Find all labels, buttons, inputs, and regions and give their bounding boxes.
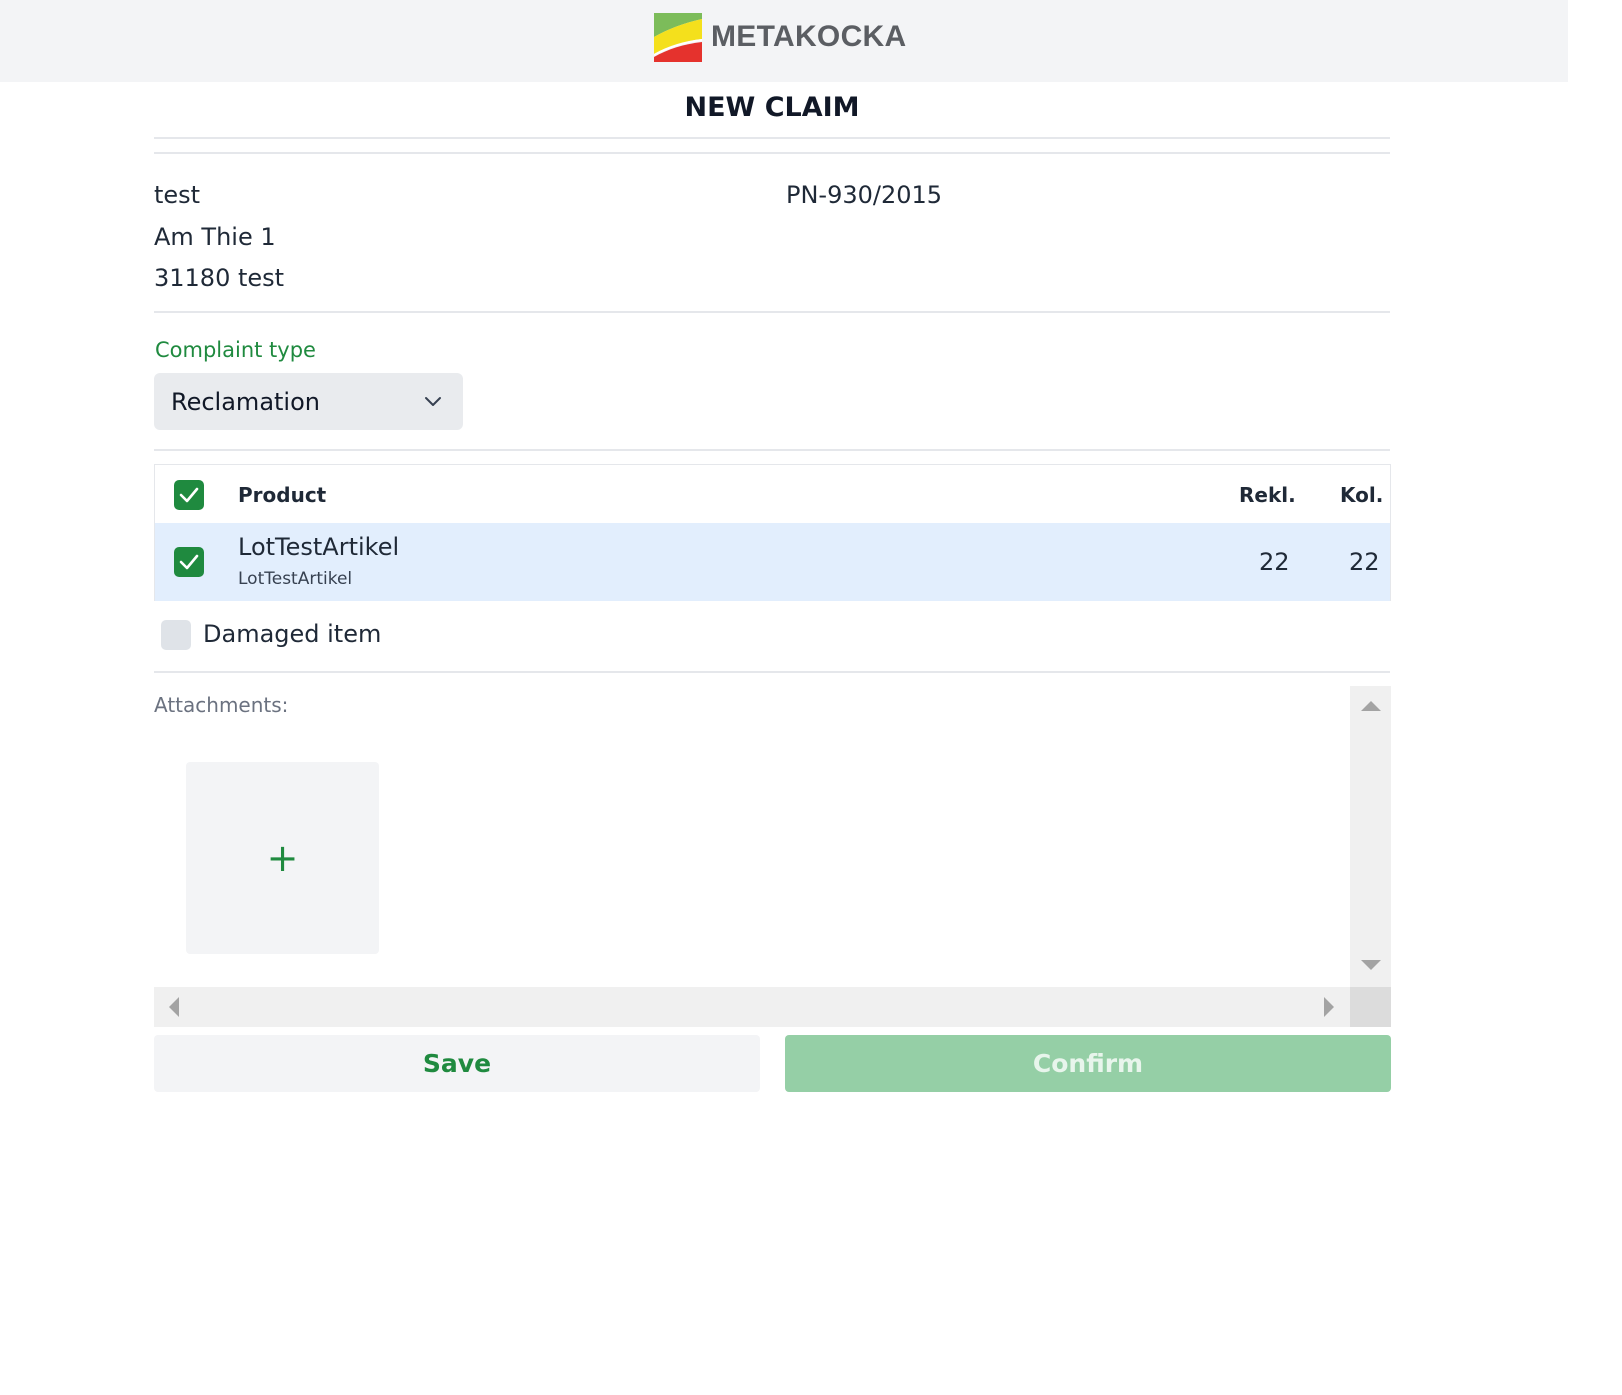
scroll-left-icon[interactable]: [169, 997, 179, 1017]
plus-icon: +: [266, 836, 299, 880]
document-number: PN-930/2015: [786, 181, 943, 209]
damaged-item-checkbox[interactable]: [161, 620, 191, 650]
page-title: NEW CLAIM: [684, 92, 860, 123]
table-row[interactable]: LotTestArtikel LotTestArtikel 22 22: [155, 523, 1390, 601]
column-header-rekl[interactable]: Rekl.: [1239, 483, 1296, 507]
rekl-value: 22: [1259, 548, 1290, 576]
row-checkbox[interactable]: [174, 547, 204, 577]
select-all-checkbox[interactable]: [174, 480, 204, 510]
scroll-down-icon[interactable]: [1361, 960, 1381, 970]
attachments-label: Attachments:: [154, 693, 289, 717]
product-name: LotTestArtikel: [238, 533, 400, 561]
chevron-down-icon: [425, 397, 441, 406]
top-bar: METAKOCKA: [0, 0, 1568, 82]
column-header-kol[interactable]: Kol.: [1340, 483, 1383, 507]
customer-city: 31180 test: [154, 264, 285, 292]
complaint-type-label: Complaint type: [155, 338, 316, 362]
divider: [154, 449, 1390, 451]
kol-value: 22: [1349, 548, 1380, 576]
scrollbar-corner: [1350, 987, 1391, 1027]
damaged-item-label[interactable]: Damaged item: [203, 620, 381, 648]
add-attachment-button[interactable]: +: [186, 762, 379, 954]
products-table: Product Rekl. Kol. LotTestArtikel LotTes…: [154, 464, 1391, 601]
complaint-type-select[interactable]: Reclamation: [154, 373, 463, 430]
scroll-up-icon[interactable]: [1361, 701, 1381, 711]
metakocka-logo-icon: [654, 13, 702, 62]
divider: [154, 671, 1390, 673]
confirm-button[interactable]: Confirm: [785, 1035, 1391, 1092]
customer-street: Am Thie 1: [154, 223, 276, 251]
complaint-type-value: Reclamation: [171, 388, 320, 416]
product-code: LotTestArtikel: [238, 569, 353, 589]
divider: [154, 152, 1390, 154]
horizontal-scrollbar[interactable]: [154, 987, 1350, 1027]
brand-name: METAKOCKA: [711, 20, 907, 53]
divider: [154, 311, 1390, 313]
vertical-scrollbar[interactable]: [1350, 686, 1391, 987]
save-button[interactable]: Save: [154, 1035, 760, 1092]
column-header-product[interactable]: Product: [238, 483, 326, 507]
scroll-right-icon[interactable]: [1324, 997, 1334, 1017]
checkmark-icon: [179, 554, 199, 570]
checkmark-icon: [179, 487, 199, 503]
table-header: Product Rekl. Kol.: [155, 465, 1390, 523]
customer-name: test: [154, 181, 201, 209]
divider: [154, 137, 1390, 139]
